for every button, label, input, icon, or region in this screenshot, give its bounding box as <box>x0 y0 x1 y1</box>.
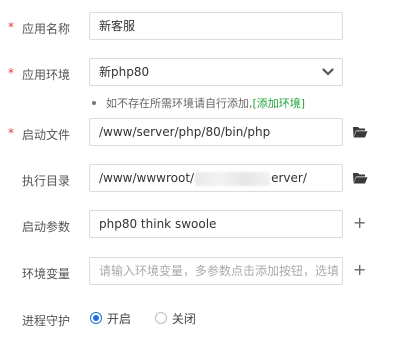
exec-dir-suffix: erver/ <box>271 171 307 185</box>
start-file-input[interactable]: /www/server/php/80/bin/php <box>89 118 343 146</box>
start-file-label: 启动文件 <box>22 128 71 142</box>
app-env-select[interactable]: 新php80 <box>89 58 343 86</box>
env-vars-label: 环境变量 <box>22 267 71 281</box>
app-env-row: * 应用环境 新php80 <box>0 58 396 88</box>
app-env-label: 应用环境 <box>22 68 71 82</box>
required-mark: * <box>8 126 14 140</box>
env-hint: 如不存在所需环境请自行添加,[添加环境] <box>92 95 305 111</box>
exec-dir-input[interactable]: /www/wwwroot/erver/ <box>89 164 343 192</box>
exec-dir-row: 执行目录 /www/wwwroot/erver/ <box>0 164 396 194</box>
daemon-radio-group: 开启 关闭 <box>90 312 216 326</box>
env-hint-text: 如不存在所需环境请自行添加, <box>106 97 253 110</box>
radio-circle <box>154 312 167 324</box>
radio-circle <box>90 312 102 324</box>
app-name-row: * 应用名称 新客服 <box>0 12 396 42</box>
chevron-down-icon <box>322 68 334 76</box>
bullet-dot <box>92 101 96 105</box>
start-params-label: 启动参数 <box>22 220 71 234</box>
daemon-on-radio[interactable]: 开启 <box>90 312 131 326</box>
add-env-link[interactable]: [添加环境] <box>253 97 306 110</box>
exec-dir-label: 执行目录 <box>22 174 71 188</box>
daemon-off-label: 关闭 <box>171 312 196 326</box>
env-vars-row: 环境变量 请输入环境变量，多参数点击添加按钮，选填 + <box>0 257 396 287</box>
daemon-on-label: 开启 <box>107 312 132 326</box>
app-name-input[interactable]: 新客服 <box>89 12 343 40</box>
app-env-selected-value: 新php80 <box>99 65 150 79</box>
add-env-var-button[interactable]: + <box>353 262 366 278</box>
start-params-input[interactable]: php80 think swoole <box>89 210 343 238</box>
required-mark: * <box>8 20 14 34</box>
folder-open-icon[interactable] <box>352 124 368 140</box>
add-param-button[interactable]: + <box>353 215 366 231</box>
start-params-row: 启动参数 php80 think swoole + <box>0 210 396 240</box>
redacted-blur <box>195 171 271 186</box>
env-vars-input[interactable]: 请输入环境变量，多参数点击添加按钮，选填 <box>89 257 343 285</box>
daemon-label: 进程守护 <box>22 314 71 328</box>
app-name-label: 应用名称 <box>22 22 71 36</box>
required-mark: * <box>8 66 14 80</box>
start-file-row: * 启动文件 /www/server/php/80/bin/php <box>0 118 396 148</box>
folder-open-icon[interactable] <box>352 170 368 186</box>
daemon-off-radio[interactable]: 关闭 <box>154 312 196 326</box>
exec-dir-prefix: /www/wwwroot/ <box>99 171 195 185</box>
